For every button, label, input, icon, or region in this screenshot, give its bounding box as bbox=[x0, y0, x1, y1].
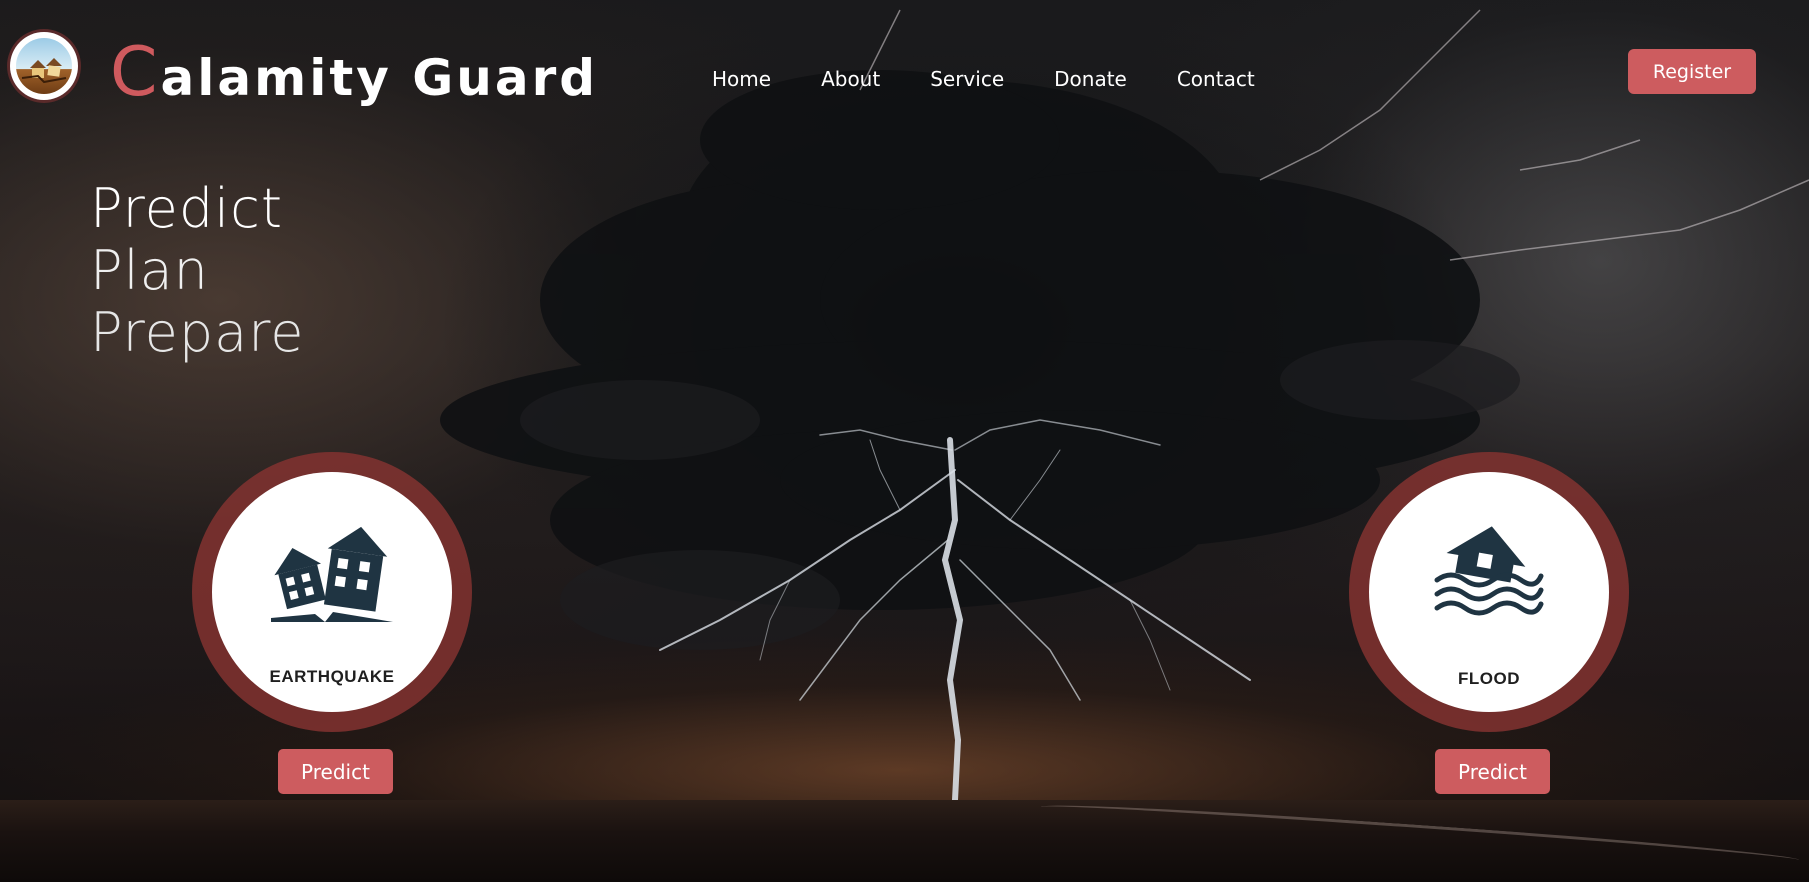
earthquake-predict-button[interactable]: Predict bbox=[278, 749, 393, 794]
tagline-prepare: Prepare bbox=[90, 301, 305, 364]
nav-about[interactable]: About bbox=[821, 64, 880, 94]
earthquake-houses-icon bbox=[271, 526, 393, 622]
flood-label: FLOOD bbox=[1458, 669, 1520, 688]
brand-initial: C bbox=[110, 33, 161, 112]
flood-predict-button[interactable]: Predict bbox=[1435, 749, 1550, 794]
hero-tagline: Predict Plan Prepare bbox=[90, 178, 304, 364]
flood-card[interactable]: FLOOD bbox=[1349, 452, 1629, 732]
logo-image bbox=[16, 38, 72, 94]
nav-service[interactable]: Service bbox=[930, 64, 1004, 94]
brand-title[interactable]: Calamity Guard bbox=[110, 38, 598, 113]
earthquake-card[interactable]: EARTHQUAKE bbox=[192, 452, 472, 732]
flooded-house-icon bbox=[1434, 526, 1544, 616]
register-button[interactable]: Register bbox=[1628, 49, 1756, 94]
tagline-predict: Predict bbox=[90, 177, 283, 240]
earthquake-label: EARTHQUAKE bbox=[269, 667, 395, 686]
nav-donate[interactable]: Donate bbox=[1054, 64, 1127, 94]
site-logo[interactable] bbox=[10, 32, 78, 100]
hero-section: Calamity Guard Home About Service Donate… bbox=[0, 0, 1809, 882]
tagline-plan: Plan bbox=[90, 239, 209, 302]
brand-rest: alamity Guard bbox=[160, 49, 599, 107]
earthquake-card-inner: EARTHQUAKE bbox=[212, 472, 452, 712]
nav-contact[interactable]: Contact bbox=[1177, 64, 1255, 94]
flood-card-inner: FLOOD bbox=[1369, 472, 1609, 712]
main-nav: Home About Service Donate Contact bbox=[712, 64, 1255, 94]
nav-home[interactable]: Home bbox=[712, 64, 771, 94]
